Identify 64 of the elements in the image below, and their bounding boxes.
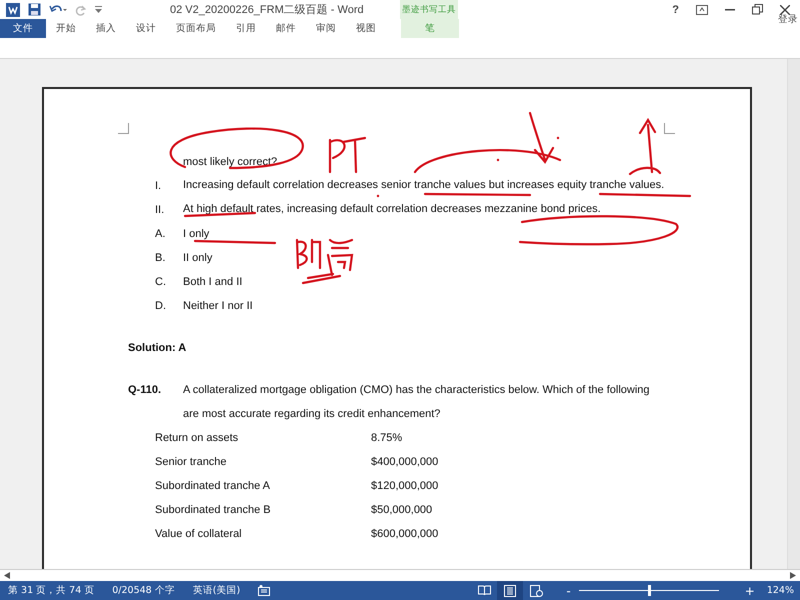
- zoom-in-button[interactable]: +: [744, 584, 755, 598]
- zoom-out-button[interactable]: -: [566, 584, 571, 598]
- option-text: I only: [183, 227, 210, 242]
- save-icon[interactable]: [28, 3, 41, 16]
- option-text: Neither I nor II: [183, 299, 253, 314]
- option-marker: A.: [155, 227, 166, 242]
- zoom-level[interactable]: 124%: [766, 585, 794, 596]
- table-cell-text: Value of collateral: [155, 527, 243, 542]
- table-cell-text: 8.75%: [371, 431, 402, 446]
- restore-icon[interactable]: [752, 4, 763, 15]
- customize-caret-icon[interactable]: [95, 6, 102, 13]
- minimize-icon[interactable]: [725, 8, 735, 10]
- language-indicator[interactable]: 英语(美国): [192, 584, 240, 597]
- page-icon: [504, 584, 516, 596]
- option-marker: B.: [155, 251, 166, 266]
- book-icon: [478, 585, 491, 596]
- ribbon-display-options-icon[interactable]: [696, 4, 708, 14]
- close-icon[interactable]: [780, 4, 790, 14]
- print-layout-button[interactable]: [497, 581, 524, 600]
- ribbon-tab[interactable]: 视图: [346, 19, 386, 38]
- question-number: Q-110.: [128, 383, 162, 398]
- ribbon-tab[interactable]: 引用: [226, 19, 266, 38]
- list-marker: I.: [155, 179, 162, 194]
- ribbon-tab[interactable]: 设计: [126, 19, 166, 38]
- margin-corner-marker: [664, 123, 675, 134]
- scroll-left-icon[interactable]: [4, 572, 10, 579]
- option-marker: C.: [155, 275, 167, 290]
- ribbon-tab[interactable]: 插入: [86, 19, 126, 38]
- statement-text: Increasing default correlation decreases senior tranche values but increases equity tranche values.: [183, 178, 665, 193]
- table-cell-text: $400,000,000: [371, 455, 438, 470]
- help-button[interactable]: ?: [672, 4, 679, 16]
- statement-text: At high default rates, increasing default correlation decreases mezzanine bond prices.: [183, 202, 602, 217]
- question-text: most likely correct?: [183, 156, 278, 168]
- table-cell-text: $50,000,000: [371, 503, 432, 518]
- ribbon-tab[interactable]: 页面布局: [166, 19, 226, 38]
- question-text: A collateralized mortgage obligation (CMO) has the characteristics below. Which of the following are most accurate regarding its credit enhancement?: [183, 383, 651, 422]
- table-cell-text: Senior tranche: [155, 455, 228, 470]
- option-text: II only: [183, 251, 212, 266]
- ribbon-tab[interactable]: 审阅: [306, 19, 346, 38]
- page-count[interactable]: 第 31 页，共 74 页: [8, 584, 94, 597]
- zoom-slider-thumb[interactable]: [648, 585, 651, 596]
- ribbon-tab[interactable]: 开始: [46, 19, 86, 38]
- macro-recording-icon[interactable]: [258, 585, 270, 596]
- horizontal-scrollbar[interactable]: [0, 569, 800, 581]
- window-title: 02 V2_20200226_FRM二级百题 - Word: [170, 3, 364, 17]
- table-cell-text: Subordinated tranche A: [155, 479, 271, 494]
- file-tab[interactable]: 文件: [0, 19, 46, 38]
- option-text: Both I and II: [183, 275, 242, 290]
- scroll-right-icon[interactable]: [790, 572, 796, 579]
- margin-corner-marker: [118, 123, 129, 134]
- web-page-icon: [530, 584, 543, 596]
- table-cell-text: $120,000,000: [371, 479, 438, 494]
- option-marker: D.: [155, 299, 167, 314]
- contextual-tab-group-header: 墨迹书写工具: [400, 0, 458, 19]
- table-cell-text: $600,000,000: [371, 527, 438, 542]
- table-cell-text: Return on assets: [155, 431, 240, 446]
- ribbon-tab[interactable]: 邮件: [266, 19, 306, 38]
- sign-in-link[interactable]: 登录: [778, 10, 800, 29]
- solution-text: Solution: A: [128, 342, 186, 354]
- table-cell-text: Subordinated tranche B: [155, 503, 272, 518]
- word-logo-icon[interactable]: [6, 2, 20, 16]
- vertical-scrollbar[interactable]: [787, 59, 800, 569]
- word-count[interactable]: 0/20548 个字: [112, 584, 175, 597]
- list-marker: II.: [155, 203, 166, 218]
